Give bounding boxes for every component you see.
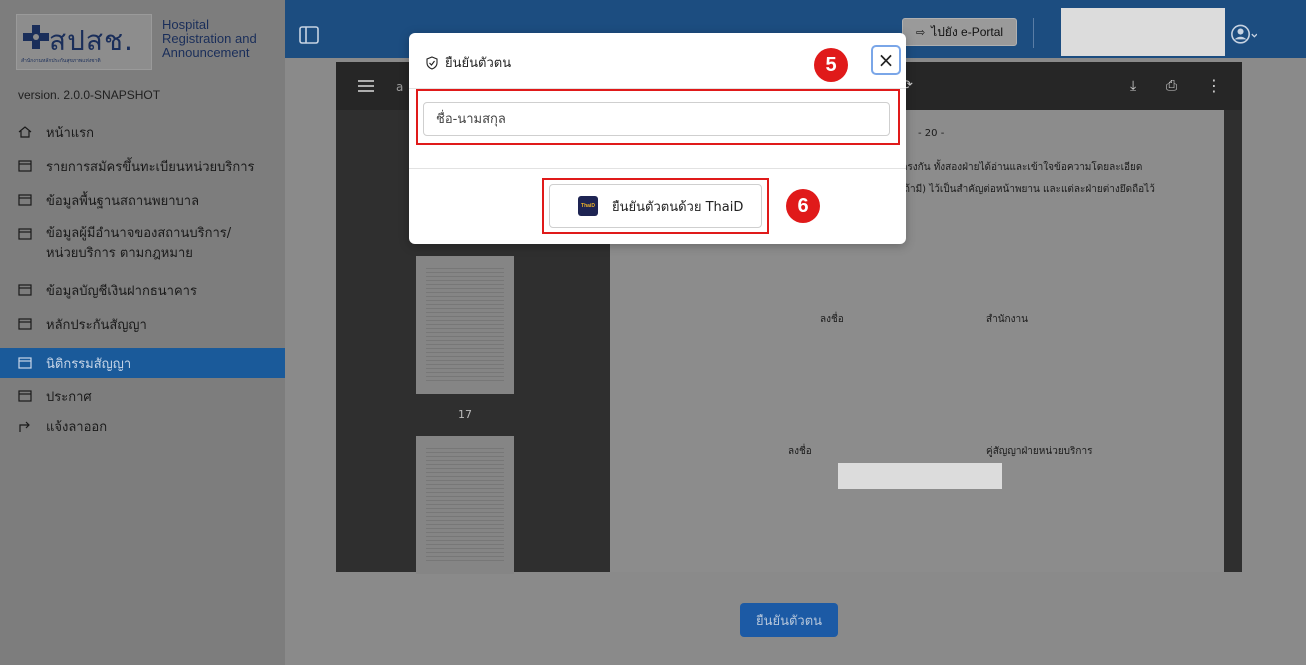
external-link-icon: ⇨: [915, 26, 926, 39]
step-badge-6: 6: [786, 189, 820, 223]
pdf-page-edge: [1228, 110, 1242, 572]
user-avatar-icon[interactable]: [1231, 22, 1257, 48]
logo-mark-icon: [23, 25, 49, 49]
pdf-file-name: a: [396, 80, 404, 94]
portal-button-label: ไปยัง e-Portal: [931, 24, 1004, 39]
form-icon: [18, 390, 32, 402]
page-text-line: องตรงกัน ทั้งสองฝ่ายได้อ่านและเข้าใจข้อค…: [890, 162, 1143, 173]
sidebar-item-label: ข้อมูลพื้นฐานสถานพยาบาล: [46, 194, 200, 209]
sidebar: สปสช. สำนักงานหลักประกันสุขภาพแห่งชาติ H…: [0, 0, 291, 665]
sidebar-item-label: แจ้งลาออก: [46, 420, 108, 435]
sidebar-item-announcement[interactable]: ประกาศ: [0, 378, 285, 412]
confirm-identity-button[interactable]: ยืนยันตัวตน: [740, 603, 838, 637]
page-text-line: (ถ้ามี) ไว้เป็นสำคัญต่อหน้าพยาน และแต่ละ…: [900, 184, 1155, 195]
form-icon: [18, 228, 32, 240]
sidebar-item-legal-contract[interactable]: นิติกรรมสัญญา: [0, 348, 291, 378]
office-label: สำนักงาน: [986, 314, 1028, 325]
form-icon: [18, 318, 32, 330]
logo-en-line: Hospital: [162, 17, 209, 32]
user-name-box: [1061, 8, 1225, 56]
form-icon: [18, 194, 32, 206]
divider: [1033, 18, 1034, 48]
sidebar-item-label: หน้าแรก: [46, 126, 94, 141]
sidebar-item-label: ข้อมูลบัญชีเงินฝากธนาคาร: [46, 284, 197, 299]
logo-en-line: Announcement: [162, 45, 250, 60]
sidebar-toggle-icon[interactable]: [299, 26, 319, 44]
form-icon: [18, 284, 32, 296]
modal-title: ยืนยันตัวตน: [425, 52, 511, 73]
home-icon: [18, 126, 32, 138]
sidebar-item-contract-guarantee[interactable]: หลักประกันสัญญา: [0, 314, 285, 348]
sidebar-item-hospital-info[interactable]: ข้อมูลพื้นฐานสถานพยาบาล: [0, 190, 285, 224]
menu-icon[interactable]: [358, 80, 374, 92]
sidebar-item-label: นิติกรรมสัญญา: [46, 356, 132, 372]
sidebar-nav: หน้าแรก รายการสมัครขึ้นทะเบียนหน่วยบริกา…: [0, 122, 291, 446]
logo-subtitle: สำนักงานหลักประกันสุขภาพแห่งชาติ: [21, 58, 101, 64]
signature-label: ลงชื่อ: [820, 314, 844, 325]
modal-title-text: ยืนยันตัวตน: [445, 56, 512, 71]
sidebar-item-resign[interactable]: แจ้งลาออก: [0, 412, 285, 446]
sidebar-item-label: ข้อมูลผู้มีอำนาจของสถานบริการ/ หน่วยบริก…: [46, 226, 232, 261]
party-label: คู่สัญญาฝ่ายหน่วยบริการ: [986, 446, 1093, 457]
portal-button[interactable]: ⇨ ไปยัง e-Portal: [902, 18, 1017, 46]
step-badge-5: 5: [814, 48, 848, 82]
sidebar-item-label: หลักประกันสัญญา: [46, 318, 147, 333]
print-icon[interactable]: ⎙: [1166, 78, 1177, 94]
highlight-box-thaid: [542, 178, 769, 234]
logo-en-line: Registration and: [162, 31, 257, 46]
sidebar-item-authorized-person[interactable]: ข้อมูลผู้มีอำนาจของสถานบริการ/ หน่วยบริก…: [0, 224, 285, 280]
sidebar-item-bank-account[interactable]: ข้อมูลบัญชีเงินฝากธนาคาร: [0, 280, 285, 314]
highlight-box-input: [416, 89, 900, 145]
thumbnail-page-number: 17: [458, 408, 472, 421]
logo[interactable]: สปสช. สำนักงานหลักประกันสุขภาพแห่งชาติ H…: [16, 14, 278, 72]
sidebar-item-label: ประกาศ: [46, 390, 92, 405]
page-thumbnail[interactable]: [416, 436, 514, 574]
sidebar-item-registration-list[interactable]: รายการสมัครขึ้นทะเบียนหน่วยบริการ: [0, 156, 285, 190]
form-icon: [18, 160, 32, 172]
page-thumbnail[interactable]: [416, 256, 514, 394]
signature-label: ลงชื่อ: [788, 446, 812, 457]
page-number-text: - 20 -: [918, 128, 945, 139]
sidebar-item-label: รายการสมัครขึ้นทะเบียนหน่วยบริการ: [46, 160, 255, 175]
redacted-name-box: [838, 463, 1002, 489]
version-label: version. 2.0.0-SNAPSHOT: [18, 88, 161, 102]
download-icon[interactable]: ⤓: [1130, 78, 1136, 94]
sidebar-item-home[interactable]: หน้าแรก: [0, 122, 285, 156]
close-button[interactable]: ×: [871, 45, 901, 75]
logo-box: สปสช. สำนักงานหลักประกันสุขภาพแห่งชาติ: [16, 14, 152, 70]
logo-english-text: Hospital Registration and Announcement: [162, 18, 257, 60]
more-options-icon[interactable]: ⋮: [1206, 76, 1222, 95]
shield-check-icon: [426, 55, 438, 70]
form-icon: [18, 357, 32, 369]
logout-icon: [19, 421, 30, 432]
